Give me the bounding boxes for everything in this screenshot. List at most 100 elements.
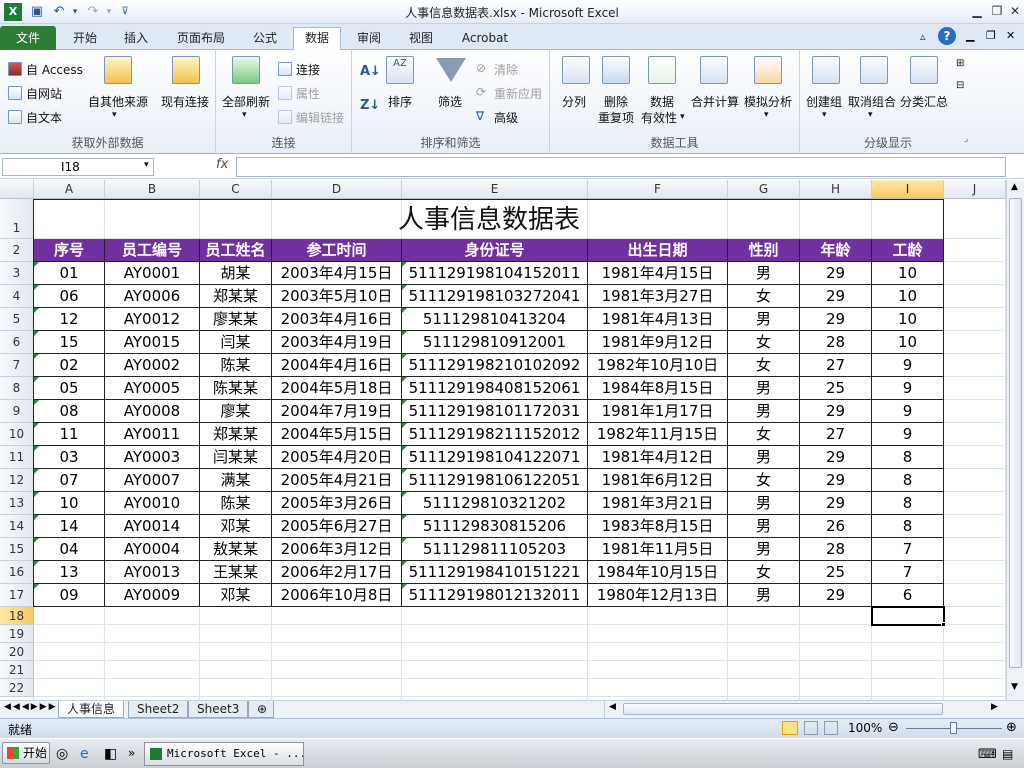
column-header-B[interactable]: B [105, 180, 200, 199]
data-cell[interactable]: 511129830815206 [402, 515, 588, 538]
data-cell[interactable]: 511129198210102092 [402, 354, 588, 377]
data-cell[interactable]: 511129198408152061 [402, 377, 588, 400]
column-header-F[interactable]: F [588, 180, 728, 199]
vertical-scroll-thumb[interactable] [1009, 198, 1022, 668]
data-cell[interactable]: 6 [872, 584, 944, 607]
data-cell[interactable]: 2003年5月10日 [272, 285, 402, 308]
row-header-4[interactable]: 4 [0, 285, 34, 308]
tab-insert[interactable]: 插入 [112, 28, 160, 50]
scroll-down-icon[interactable]: ▼ [1011, 682, 1018, 692]
scroll-left-icon[interactable]: ◀ [609, 702, 616, 712]
minimize-icon[interactable]: ▁ [966, 2, 988, 20]
data-cell[interactable]: 2003年4月15日 [272, 262, 402, 285]
data-cell[interactable]: 女 [728, 561, 800, 584]
name-box[interactable]: I18 [2, 158, 154, 176]
data-cell[interactable]: 12 [34, 308, 105, 331]
quicklaunch-icon-1[interactable]: ◎ [56, 746, 68, 762]
data-cell[interactable]: 8 [872, 492, 944, 515]
data-cell[interactable]: 10 [872, 262, 944, 285]
data-cell[interactable]: 06 [34, 285, 105, 308]
data-cell[interactable]: 男 [728, 446, 800, 469]
data-cell[interactable]: 男 [728, 308, 800, 331]
worksheet-grid[interactable]: A B C D E F G H I J 1 2 3 4 5 6 7 8 9 10 11 12 13 14 15 16 17 18 19 2… [0, 180, 1006, 700]
formula-input[interactable] [236, 157, 1006, 177]
data-cell[interactable]: 26 [800, 515, 872, 538]
column-header-H[interactable]: H [800, 180, 872, 199]
zoom-level[interactable]: 100% [848, 721, 882, 735]
data-cell[interactable]: 1981年6月12日 [588, 469, 728, 492]
insert-function-icon[interactable]: fx [216, 157, 236, 172]
tray-icon[interactable]: ▤ [1002, 747, 1013, 761]
header-cell[interactable]: 员工编号 [105, 239, 200, 262]
data-cell[interactable]: AY0002 [105, 354, 200, 377]
data-cell[interactable]: 1981年3月21日 [588, 492, 728, 515]
data-cell[interactable]: 陈某 [200, 354, 272, 377]
data-cell[interactable]: 男 [728, 515, 800, 538]
data-cell[interactable]: 29 [800, 446, 872, 469]
ie-icon[interactable]: e [80, 746, 89, 762]
sort-desc-icon[interactable]: Z↓ [360, 98, 380, 113]
data-cell[interactable]: 2005年6月27日 [272, 515, 402, 538]
data-cell[interactable]: 2005年3月26日 [272, 492, 402, 515]
data-cell[interactable]: 25 [800, 561, 872, 584]
group-button[interactable]: 创建组 [806, 93, 842, 110]
quicklaunch-icon-3[interactable]: ◧ [104, 746, 117, 762]
data-cell[interactable]: 2006年2月17日 [272, 561, 402, 584]
tab-formulas[interactable]: 公式 [242, 28, 288, 50]
advanced-button[interactable]: 高级 [494, 109, 518, 126]
data-cell[interactable]: 511129198104122071 [402, 446, 588, 469]
data-cell[interactable]: 1980年12月13日 [588, 584, 728, 607]
data-cell[interactable]: 9 [872, 423, 944, 446]
row-header-1[interactable]: 1 [0, 199, 34, 239]
data-cell[interactable]: 9 [872, 400, 944, 423]
data-cell[interactable]: AY0004 [105, 538, 200, 561]
row-header-17[interactable]: 17 [0, 584, 34, 607]
refresh-dropdown-icon[interactable]: ▾ [242, 110, 247, 120]
data-cell[interactable]: 1981年9月12日 [588, 331, 728, 354]
page-break-view-icon[interactable] [824, 721, 838, 735]
data-cell[interactable]: 邓某 [200, 515, 272, 538]
column-header-C[interactable]: C [200, 180, 272, 199]
sheet-tab-2[interactable]: Sheet2 [128, 701, 189, 718]
column-header-J[interactable]: J [944, 180, 1006, 199]
row-header-20[interactable]: 20 [0, 643, 34, 661]
data-cell[interactable]: 27 [800, 423, 872, 446]
data-cell[interactable]: AY0010 [105, 492, 200, 515]
data-cell[interactable]: 男 [728, 538, 800, 561]
tab-data[interactable]: 数据 [293, 27, 341, 51]
data-cell[interactable]: 29 [800, 285, 872, 308]
data-cell[interactable]: 1981年11月5日 [588, 538, 728, 561]
data-cell[interactable]: 511129198012132011 [402, 584, 588, 607]
data-cell[interactable]: 10 [34, 492, 105, 515]
row-header-3[interactable]: 3 [0, 262, 34, 285]
data-cell[interactable]: AY0003 [105, 446, 200, 469]
reapply-button[interactable]: 重新应用 [494, 85, 542, 102]
close-icon[interactable]: ✕ [1004, 2, 1024, 20]
data-cell[interactable]: 7 [872, 538, 944, 561]
data-cell[interactable]: 29 [800, 492, 872, 515]
data-cell[interactable]: 511129810912001 [402, 331, 588, 354]
header-cell[interactable]: 参工时间 [272, 239, 402, 262]
data-cell[interactable]: 511129198103272041 [402, 285, 588, 308]
column-header-G[interactable]: G [728, 180, 800, 199]
data-cell[interactable]: 2005年4月21日 [272, 469, 402, 492]
row-header-8[interactable]: 8 [0, 377, 34, 400]
data-cell[interactable]: 1981年4月12日 [588, 446, 728, 469]
row-header-7[interactable]: 7 [0, 354, 34, 377]
from-access-button[interactable]: 自 Access [26, 61, 83, 78]
remove-duplicates-button[interactable]: 删除 [604, 93, 628, 110]
remove-duplicates-label-2[interactable]: 重复项 [598, 109, 634, 126]
data-cell[interactable]: 满某 [200, 469, 272, 492]
data-validation-label-2[interactable]: 有效性 [641, 109, 677, 126]
refresh-all-button[interactable]: 全部刷新 [222, 93, 270, 110]
data-cell[interactable]: 14 [34, 515, 105, 538]
data-cell[interactable]: 29 [800, 308, 872, 331]
data-cell[interactable]: 28 [800, 331, 872, 354]
data-cell[interactable]: 04 [34, 538, 105, 561]
header-cell[interactable]: 性别 [728, 239, 800, 262]
data-cell[interactable]: 郑某某 [200, 285, 272, 308]
name-box-dropdown-icon[interactable]: ▾ [144, 160, 149, 170]
edit-links-button[interactable]: 编辑链接 [296, 109, 344, 126]
data-cell[interactable]: 陈某 [200, 492, 272, 515]
data-cell[interactable]: 511129198101172031 [402, 400, 588, 423]
